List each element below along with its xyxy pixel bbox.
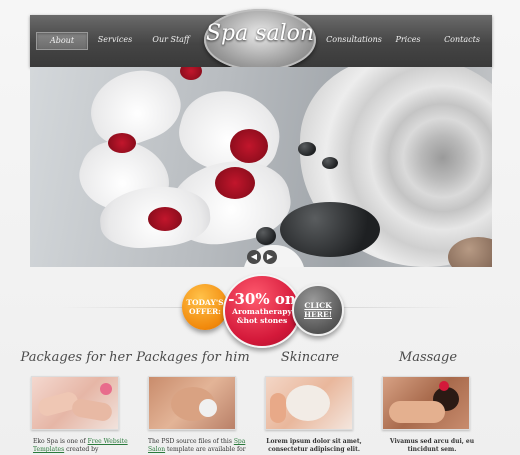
orchid-center bbox=[180, 67, 202, 80]
discount-line2: Aromatherapy bbox=[232, 307, 292, 316]
nav-consultations[interactable]: Consultations bbox=[326, 32, 382, 48]
offer-label-line2: OFFER: bbox=[189, 307, 221, 316]
column-title: Packages for her bbox=[20, 350, 132, 365]
manicure-image[interactable] bbox=[31, 376, 119, 430]
nav-services[interactable]: Services bbox=[94, 32, 136, 48]
page: About Services Our Staff Consultations P… bbox=[0, 0, 520, 455]
column-text: Vivamus sed arcu dui, eu tincidunt sem. bbox=[389, 438, 475, 453]
discount-text: -30% on bbox=[228, 290, 296, 308]
column-text: Lorem ipsum dolor sit amet, consectetur … bbox=[266, 438, 362, 453]
column-packages-him: Packages for him The PSD source files of… bbox=[133, 350, 253, 453]
massage-image[interactable] bbox=[382, 376, 470, 430]
hot-stone bbox=[322, 157, 338, 169]
slider-prev-icon[interactable]: ◀ bbox=[247, 250, 261, 264]
column-title: Massage bbox=[398, 350, 458, 365]
click-here-button[interactable]: CLICK HERE! bbox=[292, 284, 344, 336]
offer-label-line1: TODAY'S bbox=[186, 298, 224, 307]
discount-line3: &hot stones bbox=[236, 316, 288, 325]
discount-badge[interactable]: -30% on Aromatherapy &hot stones bbox=[223, 274, 301, 348]
column-title: Packages for him bbox=[136, 350, 250, 365]
click-here-line2: HERE! bbox=[303, 310, 333, 319]
hot-stone bbox=[280, 202, 380, 257]
hot-stone bbox=[256, 227, 276, 245]
column-text: The PSD source files of this Spa Salon t… bbox=[148, 438, 248, 454]
column-massage: Massage Vivamus sed arcu dui, eu tincidu… bbox=[368, 350, 488, 453]
nav-contacts[interactable]: Contacts bbox=[440, 32, 484, 48]
column-skincare: Skincare Lorem ipsum dolor sit amet, con… bbox=[250, 350, 370, 453]
slider-next-icon[interactable]: ▶ bbox=[263, 250, 277, 264]
text-suffix: template are available for bbox=[165, 446, 246, 453]
todays-offer-badge: TODAY'S OFFER: bbox=[182, 284, 228, 330]
hero-banner: ◀ ▶ bbox=[30, 67, 492, 267]
logo[interactable]: Spa salon bbox=[204, 9, 316, 71]
hot-stone bbox=[298, 142, 316, 156]
facial-man-image[interactable] bbox=[148, 376, 236, 430]
orchid-center bbox=[215, 167, 255, 199]
nav-about[interactable]: About bbox=[36, 32, 88, 50]
column-title: Skincare bbox=[280, 350, 340, 365]
skincare-image[interactable] bbox=[265, 376, 353, 430]
nav-prices[interactable]: Prices bbox=[392, 32, 424, 48]
text-prefix: The PSD source files of this bbox=[148, 438, 234, 445]
nav-our-staff[interactable]: Our Staff bbox=[148, 32, 194, 48]
column-packages-her: Packages for her Eko Spa is one of Free … bbox=[16, 350, 136, 453]
orchid-center bbox=[148, 207, 182, 231]
orchid-center bbox=[230, 129, 268, 163]
text-suffix: created by bbox=[64, 446, 99, 453]
text-prefix: Eko Spa is one of bbox=[33, 438, 88, 445]
header-bar: About Services Our Staff Consultations P… bbox=[30, 9, 492, 71]
click-here-line1: CLICK bbox=[304, 301, 332, 310]
column-text: Eko Spa is one of Free Website Templates… bbox=[33, 438, 133, 454]
logo-text: Spa salon bbox=[205, 21, 315, 46]
orchid-center bbox=[108, 133, 136, 153]
